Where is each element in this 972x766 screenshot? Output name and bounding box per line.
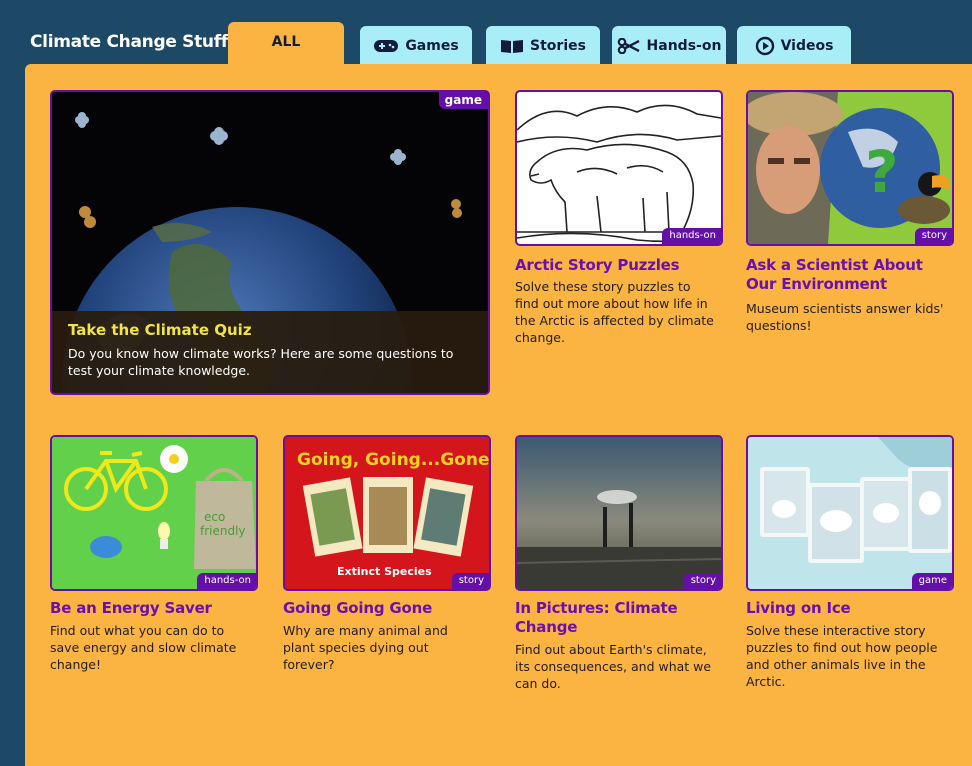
featured-description: Do you know how climate works? Here are … xyxy=(68,346,454,378)
card-thumbnail[interactable]: story xyxy=(515,435,723,591)
featured-caption: Take the Climate Quiz Do you know how cl… xyxy=(52,311,488,393)
card-thumbnail[interactable]: hands-on xyxy=(515,90,723,246)
card-title[interactable]: Ask a Scientist About Our Environment xyxy=(746,256,956,294)
energy-saver-image: eco friendly xyxy=(52,437,256,589)
card-type-badge: story xyxy=(914,228,952,244)
card-title[interactable]: Going Going Gone xyxy=(283,599,493,618)
svg-text:?: ? xyxy=(865,138,899,206)
card-going-going-gone[interactable]: Going, Going...Gone! Extinct Species sto… xyxy=(283,435,491,695)
card-title[interactable]: Living on Ice xyxy=(746,599,956,618)
book-icon xyxy=(501,40,524,53)
tab-stories-label: Stories xyxy=(530,38,586,54)
featured-card-climate-quiz[interactable]: game Take the Climate Quiz Do you know h… xyxy=(50,90,490,395)
eco-friendly-bag-text: eco xyxy=(204,510,225,524)
tab-videos[interactable]: Videos xyxy=(737,26,851,66)
gamepad-icon xyxy=(374,40,399,52)
smokestacks-image xyxy=(517,437,721,589)
content-panel: game Take the Climate Quiz Do you know h… xyxy=(25,64,972,766)
card-type-badge: hands-on xyxy=(197,573,256,589)
card-description: Solve these story puzzles to find out mo… xyxy=(515,279,714,345)
card-description: Museum scientists answer kids' questions… xyxy=(746,301,944,333)
scissors-icon xyxy=(617,38,640,54)
card-type-badge: story xyxy=(683,573,721,589)
tab-hands-on-label: Hands-on xyxy=(646,38,722,54)
polar-bear-sketch-image xyxy=(517,104,721,243)
going-going-gone-thumb-text: Going, Going...Gone! xyxy=(297,450,489,470)
card-thumbnail[interactable]: ? story xyxy=(746,90,954,246)
card-arctic-story-puzzles[interactable]: hands-on Arctic Story Puzzles Solve thes… xyxy=(515,90,723,380)
card-thumbnail[interactable]: game xyxy=(746,435,954,591)
card-thumbnail[interactable]: Going, Going...Gone! Extinct Species sto… xyxy=(283,435,491,591)
featured-title[interactable]: Take the Climate Quiz xyxy=(68,321,252,339)
card-thumbnail[interactable]: eco friendly hands-on xyxy=(50,435,258,591)
card-title[interactable]: Be an Energy Saver xyxy=(50,599,260,618)
tab-games-label: Games xyxy=(405,38,459,54)
featured-thumbnail[interactable]: game Take the Climate Quiz Do you know h… xyxy=(50,90,490,395)
card-description: Find out about Earth's climate, its cons… xyxy=(515,642,712,691)
card-ask-a-scientist[interactable]: ? story Ask a Scientist About Our Enviro… xyxy=(746,90,954,380)
tab-videos-label: Videos xyxy=(780,38,834,54)
svg-text:Extinct Species: Extinct Species xyxy=(337,565,432,578)
polar-bear-cards-image xyxy=(748,437,952,589)
tab-hands-on[interactable]: Hands-on xyxy=(612,26,726,66)
card-type-badge: story xyxy=(451,573,489,589)
card-in-pictures-climate-change[interactable]: story In Pictures: Climate Change Find o… xyxy=(515,435,723,715)
card-type-badge: game xyxy=(911,573,952,589)
card-living-on-ice[interactable]: game Living on Ice Solve these interacti… xyxy=(746,435,954,715)
card-type-badge: game xyxy=(438,92,488,109)
card-title[interactable]: In Pictures: Climate Change xyxy=(515,599,720,637)
card-description: Find out what you can do to save energy … xyxy=(50,623,237,672)
card-be-an-energy-saver[interactable]: eco friendly hands-on Be an Energy Saver… xyxy=(50,435,258,695)
card-description: Why are many animal and plant species dy… xyxy=(283,623,448,672)
extinct-species-cards-image: Going, Going...Gone! Extinct Species xyxy=(285,437,489,589)
card-description: Solve these interactive story puzzles to… xyxy=(746,623,938,689)
svg-text:friendly: friendly xyxy=(200,524,246,538)
tab-games[interactable]: Games xyxy=(360,26,472,66)
card-type-badge: hands-on xyxy=(662,228,721,244)
tab-stories[interactable]: Stories xyxy=(486,26,600,66)
scientist-globe-image: ? xyxy=(748,92,952,244)
play-icon xyxy=(755,36,774,56)
tab-all-label: ALL xyxy=(271,34,301,50)
card-title[interactable]: Arctic Story Puzzles xyxy=(515,256,725,275)
page-title: Climate Change Stuff: xyxy=(30,32,235,52)
tab-all[interactable]: ALL xyxy=(228,22,344,70)
